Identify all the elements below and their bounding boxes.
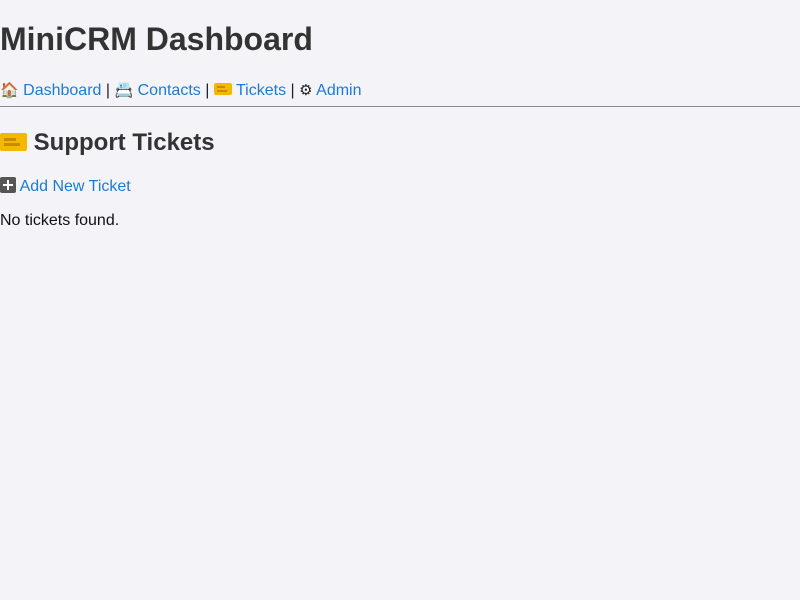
page-title: MiniCRM Dashboard — [0, 21, 313, 57]
nav-link-contacts[interactable]: Contacts — [138, 82, 201, 99]
section-title: Support Tickets — [0, 128, 215, 158]
nav-separator: | — [105, 82, 111, 99]
add-ticket-link[interactable]: Add New Ticket — [20, 178, 131, 195]
empty-state-message: No tickets found. — [0, 212, 120, 229]
fax-icon: 📇 — [114, 81, 134, 99]
nav-link-tickets[interactable]: Tickets — [236, 82, 286, 99]
section-title-text: Support Tickets — [33, 129, 215, 156]
page: MiniCRM Dashboard 🏠 Dashboard | 📇 Contac… — [0, 0, 800, 600]
nav-divider — [0, 106, 800, 107]
nav-link-admin[interactable]: Admin — [316, 82, 361, 99]
add-ticket-row: Add New Ticket — [0, 176, 131, 198]
nav-separator: | — [205, 82, 210, 99]
nav-link-dashboard[interactable]: Dashboard — [23, 82, 101, 99]
house-icon: 🏠 — [0, 81, 19, 99]
gear-icon: ⚙ — [299, 81, 313, 99]
ticket-icon — [213, 83, 232, 96]
nav-separator: | — [290, 82, 295, 99]
plus-icon — [0, 177, 16, 194]
main-nav: 🏠 Dashboard | 📇 Contacts | Tickets | ⚙ A… — [0, 79, 362, 101]
ticket-icon — [0, 132, 27, 151]
